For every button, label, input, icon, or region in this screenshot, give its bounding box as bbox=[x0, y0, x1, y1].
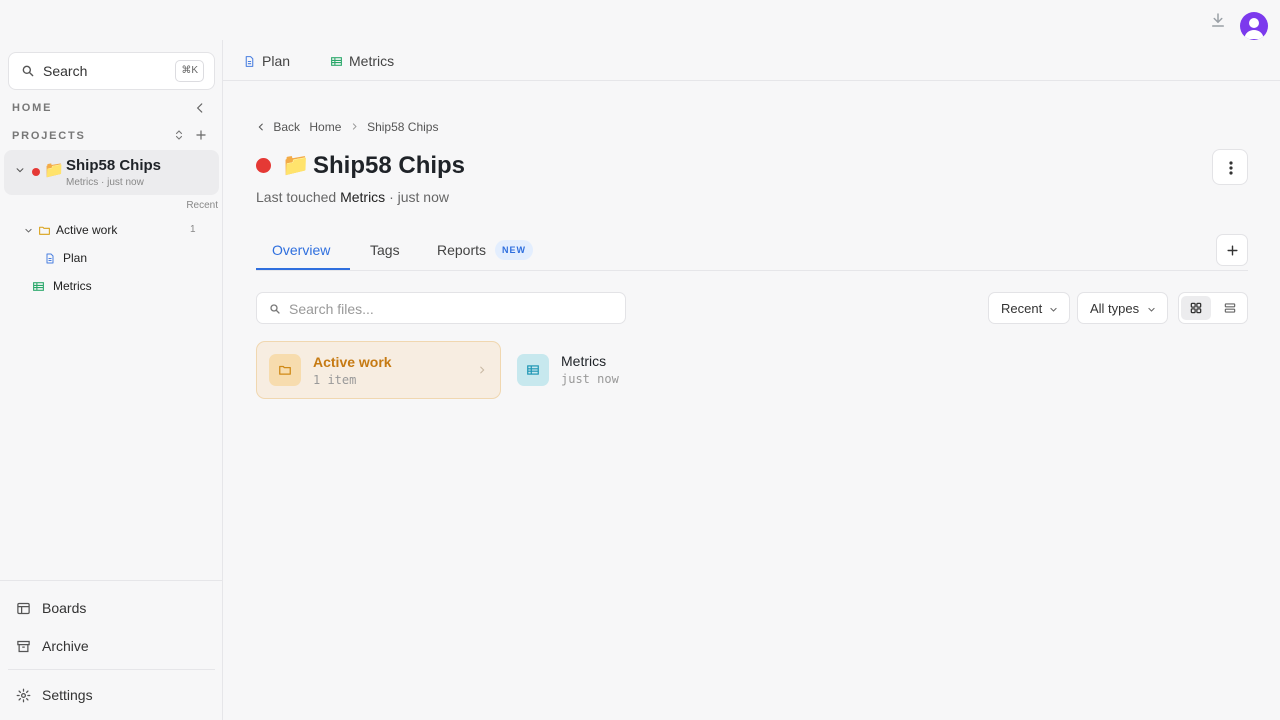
search-shortcut: ⌘K bbox=[175, 60, 204, 82]
sidebar-item-plan[interactable]: Plan bbox=[44, 251, 194, 267]
doc-icon bbox=[46, 253, 54, 264]
chevron-left-icon[interactable] bbox=[193, 101, 207, 115]
chevron-down-icon[interactable] bbox=[24, 226, 33, 235]
list-view-button[interactable] bbox=[1215, 296, 1245, 320]
gear-icon bbox=[16, 688, 31, 703]
sidebar-item-label: Metrics bbox=[53, 279, 92, 293]
chevron-down-icon[interactable] bbox=[15, 165, 25, 175]
file-search bbox=[256, 292, 626, 324]
card-title: Metrics bbox=[561, 353, 607, 369]
avatar[interactable] bbox=[1240, 12, 1268, 40]
chevron-left-icon[interactable] bbox=[256, 122, 266, 132]
breadcrumb-current: Ship58 Chips bbox=[367, 119, 439, 134]
chevron-right-icon bbox=[352, 123, 357, 130]
folder-icon bbox=[39, 226, 50, 235]
sort-dropdown[interactable]: Recent bbox=[988, 292, 1070, 324]
file-tab-metrics[interactable]: Metrics bbox=[330, 53, 410, 71]
sidebar-search[interactable]: Search ⌘K bbox=[8, 52, 215, 90]
page-tabs: Overview Tags Reports NEW bbox=[256, 232, 1248, 271]
file-tab-label: Plan bbox=[262, 53, 291, 69]
sheet-icon bbox=[527, 365, 539, 375]
chevron-right-icon bbox=[480, 366, 485, 374]
sheet-icon bbox=[33, 282, 44, 291]
last-touched-prefix: Last touched bbox=[256, 189, 337, 205]
kebab-icon bbox=[1229, 161, 1233, 175]
projects-label: PROJECTS bbox=[12, 130, 86, 142]
add-project-icon[interactable] bbox=[194, 128, 208, 142]
new-badge: NEW bbox=[495, 240, 533, 260]
tab-reports[interactable]: Reports bbox=[437, 242, 486, 258]
sidebar-item-settings[interactable]: Settings bbox=[16, 687, 196, 705]
file-tab-bar: Plan Metrics bbox=[223, 40, 1280, 81]
active-tab-indicator bbox=[256, 268, 350, 270]
folder-emoji-icon: 📁 bbox=[282, 152, 310, 177]
plus-icon bbox=[1227, 245, 1238, 256]
folder-emoji-icon: 📁 bbox=[44, 162, 64, 179]
last-touched-suffix: · just now bbox=[389, 189, 449, 205]
card-subtitle: 1 item bbox=[313, 373, 357, 387]
search-icon bbox=[270, 304, 280, 314]
sidebar-item-label: Archive bbox=[42, 638, 89, 654]
add-tab-button[interactable] bbox=[1216, 234, 1248, 266]
archive-icon bbox=[17, 640, 30, 653]
folder-card-active-work[interactable]: Active work 1 item bbox=[256, 341, 501, 399]
search-icon bbox=[22, 65, 34, 77]
sidebar-item-archive[interactable]: Archive bbox=[16, 638, 196, 656]
sidebar-item-label: Active work bbox=[56, 223, 118, 237]
file-search-input[interactable] bbox=[289, 299, 609, 319]
card-title: Active work bbox=[313, 354, 392, 370]
recent-label: Recent bbox=[186, 200, 218, 211]
grid-icon bbox=[1190, 302, 1202, 314]
sidebar-item-label: Plan bbox=[63, 251, 88, 265]
sort-icon[interactable] bbox=[173, 129, 185, 141]
sidebar-item-label: Settings bbox=[42, 687, 93, 703]
view-toggle bbox=[1178, 292, 1248, 324]
sidebar-project-ship58[interactable]: 📁 Ship58 Chips Metrics · just now bbox=[4, 150, 219, 195]
last-touched-item[interactable]: Metrics bbox=[340, 189, 385, 205]
doc-icon bbox=[245, 56, 254, 67]
sidebar-item-boards[interactable]: Boards bbox=[16, 600, 196, 618]
type-filter-label: All types bbox=[1090, 301, 1140, 316]
list-icon bbox=[1224, 303, 1236, 313]
top-bar bbox=[0, 0, 1280, 40]
project-status-dot bbox=[256, 158, 271, 173]
chevron-down-icon bbox=[1050, 307, 1057, 312]
sidebar-item-metrics[interactable]: Metrics bbox=[32, 279, 182, 295]
breadcrumb: Back Home Ship58 Chips bbox=[256, 119, 438, 134]
sort-dropdown-label: Recent bbox=[1001, 301, 1043, 316]
breadcrumb-home[interactable]: Home bbox=[309, 120, 341, 134]
grid-view-button[interactable] bbox=[1181, 296, 1211, 320]
sheet-icon-tile bbox=[517, 354, 549, 386]
tab-tags[interactable]: Tags bbox=[370, 242, 400, 258]
back-link[interactable]: Back bbox=[273, 120, 300, 134]
file-tab-label: Metrics bbox=[349, 53, 395, 69]
item-count: 1 bbox=[190, 224, 196, 235]
chevron-down-icon bbox=[1148, 307, 1155, 312]
sidebar-search-label: Search bbox=[43, 63, 88, 79]
tab-overview[interactable]: Overview bbox=[272, 242, 330, 258]
home-label[interactable]: HOME bbox=[12, 102, 52, 114]
more-menu-button[interactable] bbox=[1212, 149, 1248, 185]
card-subtitle: just now bbox=[561, 372, 619, 386]
sidebar-item-active-work[interactable]: Active work 1 bbox=[24, 223, 214, 239]
page-title: Ship58 Chips bbox=[313, 152, 466, 179]
folder-icon-tile bbox=[269, 354, 301, 386]
sidebar-item-label: Boards bbox=[42, 600, 87, 616]
file-card-metrics[interactable]: Metrics just now bbox=[505, 341, 665, 399]
download-icon[interactable] bbox=[1209, 11, 1227, 29]
divider bbox=[8, 669, 215, 670]
project-name: Ship58 Chips bbox=[66, 157, 162, 174]
folder-icon bbox=[279, 365, 291, 375]
file-tab-plan[interactable]: Plan bbox=[243, 53, 313, 71]
project-status-dot bbox=[32, 168, 40, 176]
sidebar: Search ⌘K HOME PROJECTS 📁 Ship58 Chips M… bbox=[0, 40, 223, 720]
project-subtitle: Metrics · just now bbox=[66, 177, 144, 188]
type-filter-dropdown[interactable]: All types bbox=[1077, 292, 1168, 324]
sheet-icon bbox=[331, 57, 342, 66]
boards-icon bbox=[17, 602, 30, 615]
last-touched: Last touched Metrics · just now bbox=[256, 189, 449, 205]
